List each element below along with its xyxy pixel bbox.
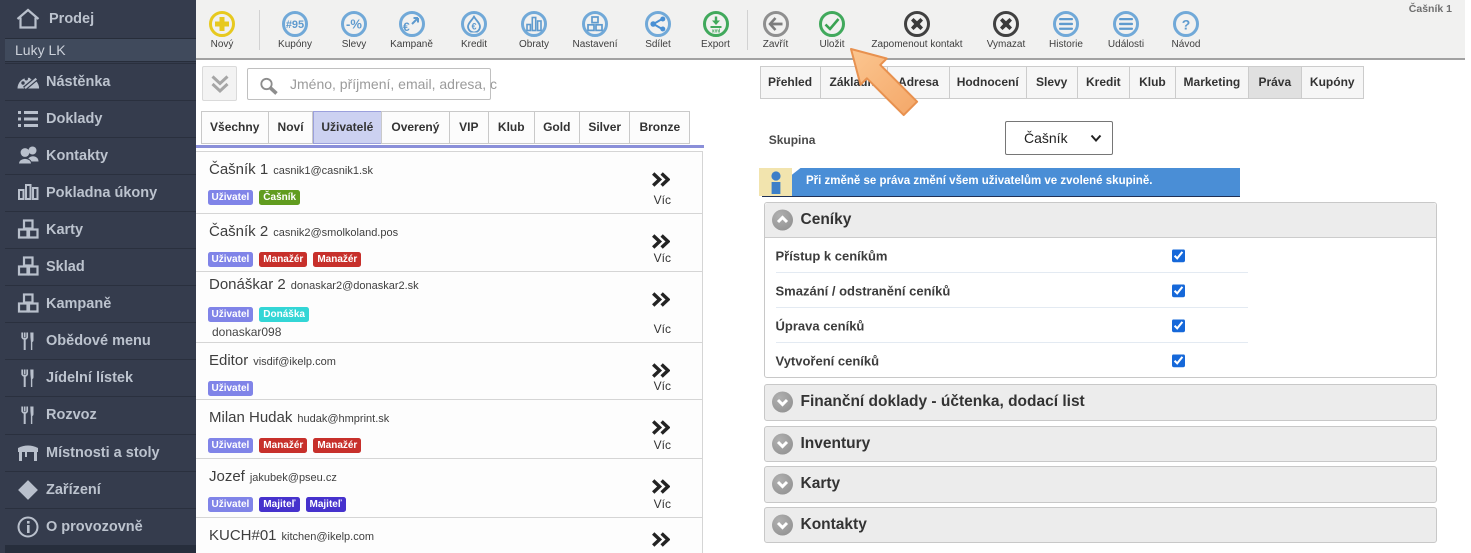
svg-text:?: ? (1182, 17, 1191, 32)
